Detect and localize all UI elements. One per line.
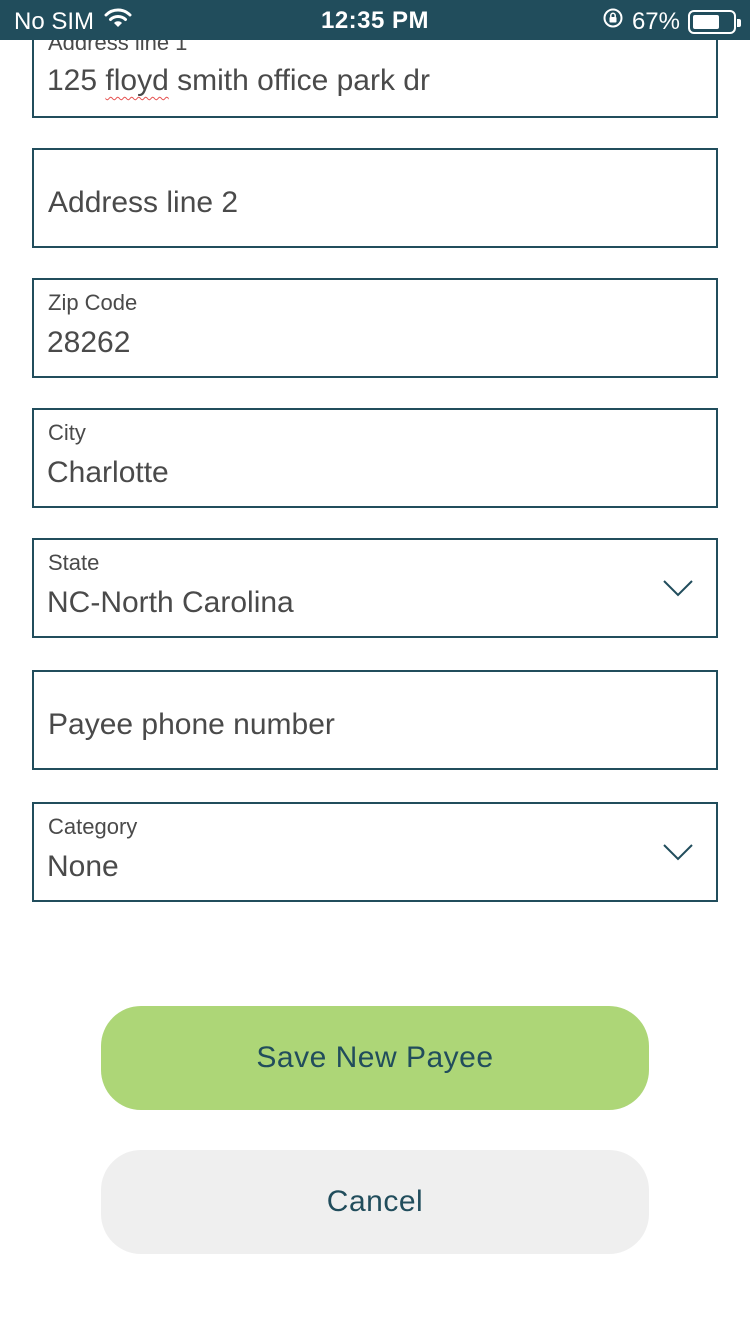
address-line-1-value: 125 floyd smith office park dr [47,64,430,98]
zip-code-value: 28262 [47,326,131,359]
zip-code-label: Zip Code [48,290,138,315]
city-value: Charlotte [47,456,169,489]
payee-phone-placeholder: Payee phone number [48,708,335,741]
screen: No SIM 12:35 PM 67% Address line 1 125 f… [0,0,750,1334]
address-line-1-value-prefix: 125 [47,64,106,97]
battery-icon [688,9,741,34]
battery-percent: 67% [631,7,680,35]
battery-nub [737,18,741,27]
category-value: None [47,850,119,883]
cancel-button[interactable]: Cancel [101,1150,649,1254]
state-label: State [48,550,100,575]
city-field[interactable]: City Charlotte [32,408,718,508]
status-right: 67% [602,7,741,36]
state-value: NC-North Carolina [47,586,294,619]
status-bar: No SIM 12:35 PM 67% [0,0,750,40]
payee-phone-field[interactable]: Payee phone number [32,670,718,770]
chevron-down-icon[interactable] [662,842,694,867]
chevron-down-icon[interactable] [662,578,694,603]
city-label: City [48,420,86,445]
category-label: Category [48,814,138,839]
battery-fill [693,14,719,29]
category-select[interactable]: Category None [32,802,718,902]
address-line-2-field[interactable]: Address line 2 [32,148,718,248]
zip-code-field[interactable]: Zip Code 28262 [32,278,718,378]
orientation-lock-icon [602,7,624,36]
misspelled-word: floyd [105,64,169,97]
address-line-1-value-suffix: smith office park dr [168,64,430,97]
state-select[interactable]: State NC-North Carolina [32,538,718,638]
address-line-2-placeholder: Address line 2 [48,186,239,219]
save-new-payee-button[interactable]: Save New Payee [101,1006,649,1110]
